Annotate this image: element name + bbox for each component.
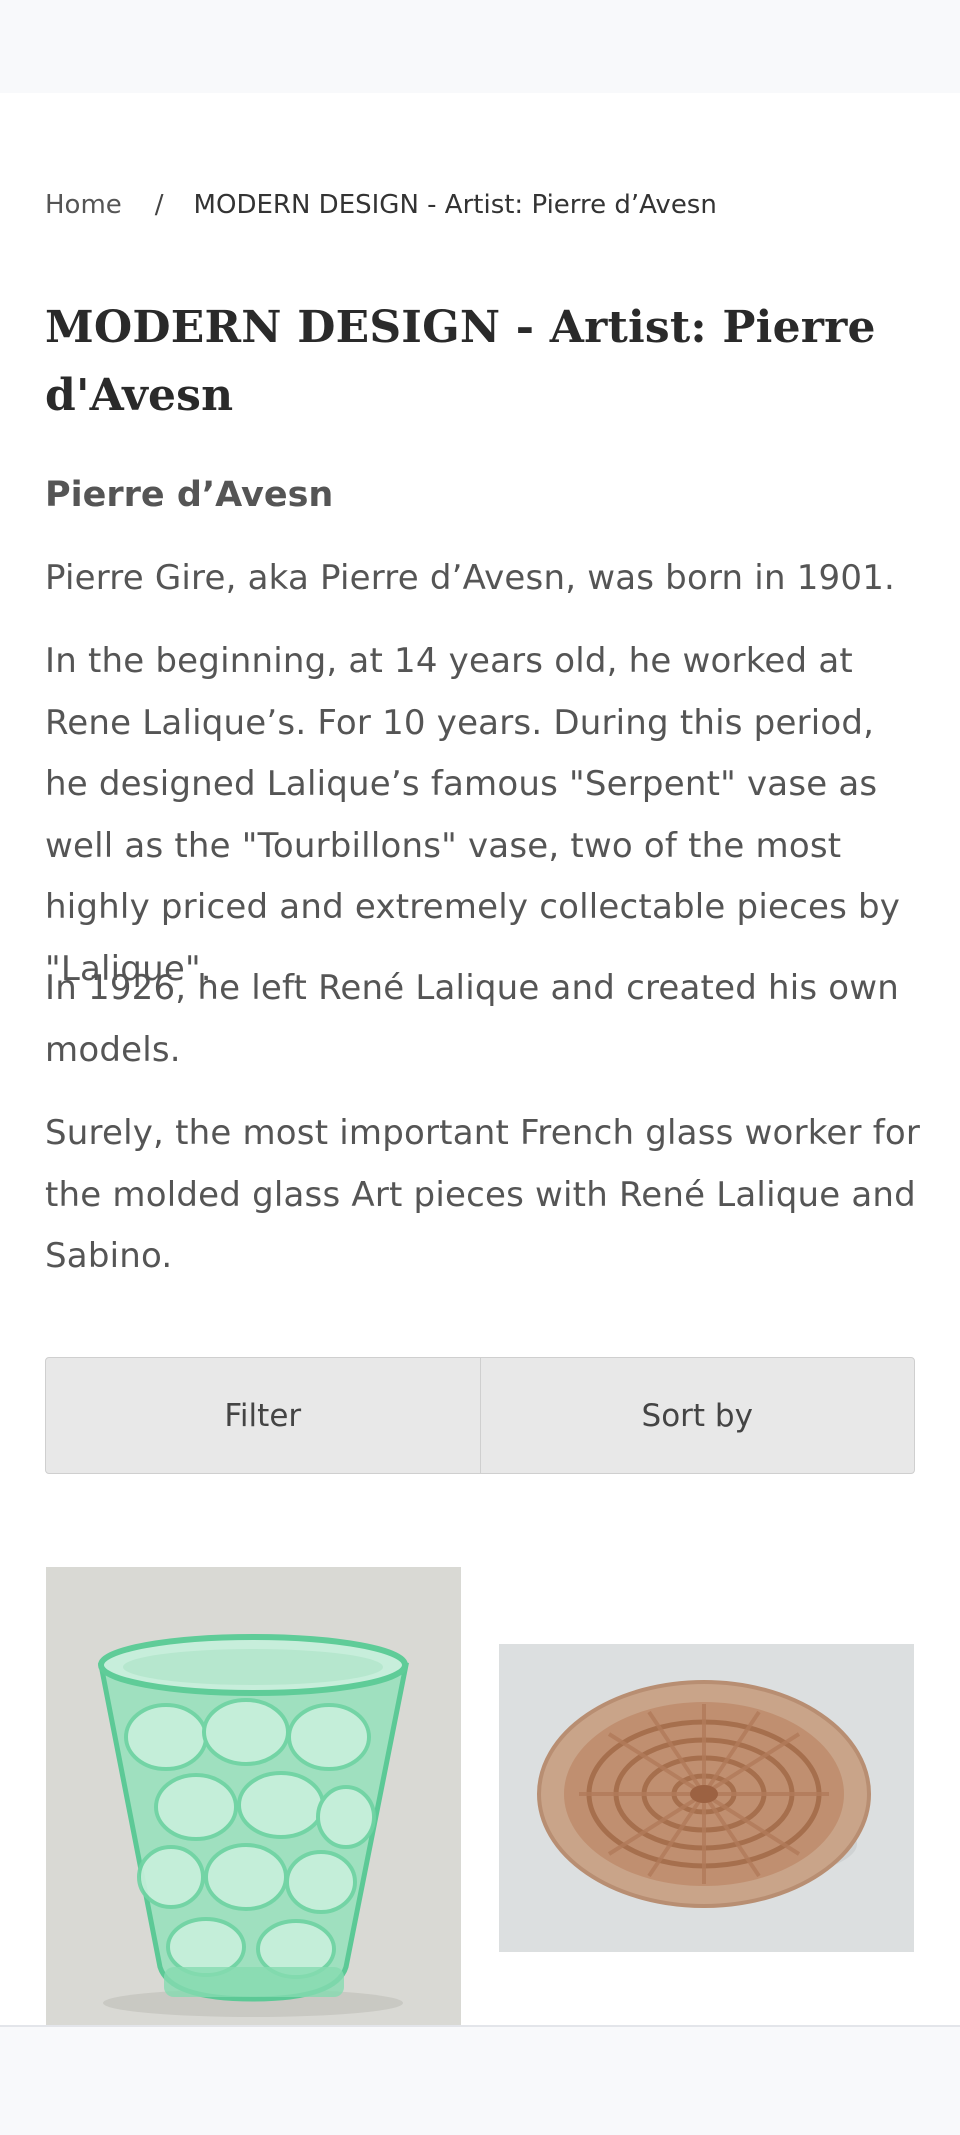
amber-bowl-image (499, 1644, 914, 1952)
artist-heading: Pierre d’Avesn (45, 475, 334, 515)
site-header (0, 0, 960, 93)
description-paragraph: In 1926, he left René Lalique and create… (45, 968, 900, 1070)
page-title: MODERN DESIGN - Artist: Pierre d'Avesn (45, 302, 876, 421)
sort-by-button[interactable]: Sort by (479, 1358, 915, 1473)
green-vase-image (46, 1567, 461, 2027)
product-card-green-vase[interactable] (46, 1567, 461, 2027)
product-card-amber-bowl[interactable] (499, 1644, 914, 1952)
description-paragraph: In the beginning, at 14 years old, he wo… (45, 641, 901, 989)
description-paragraph: Surely, the most important French glass … (45, 1113, 921, 1276)
description-paragraph: Pierre Gire, aka Pierre d’Avesn, was bor… (45, 558, 896, 598)
breadcrumb: Home / MODERN DESIGN - Artist: Pierre d’… (45, 188, 717, 222)
filter-button[interactable]: Filter (46, 1358, 480, 1473)
filter-sort-bar: Filter Sort by (45, 1357, 915, 1474)
breadcrumb-separator: / (154, 190, 164, 220)
breadcrumb-home-link[interactable]: Home (45, 190, 122, 220)
breadcrumb-current: MODERN DESIGN - Artist: Pierre d’Avesn (193, 190, 717, 220)
bottom-bar (0, 2025, 960, 2135)
